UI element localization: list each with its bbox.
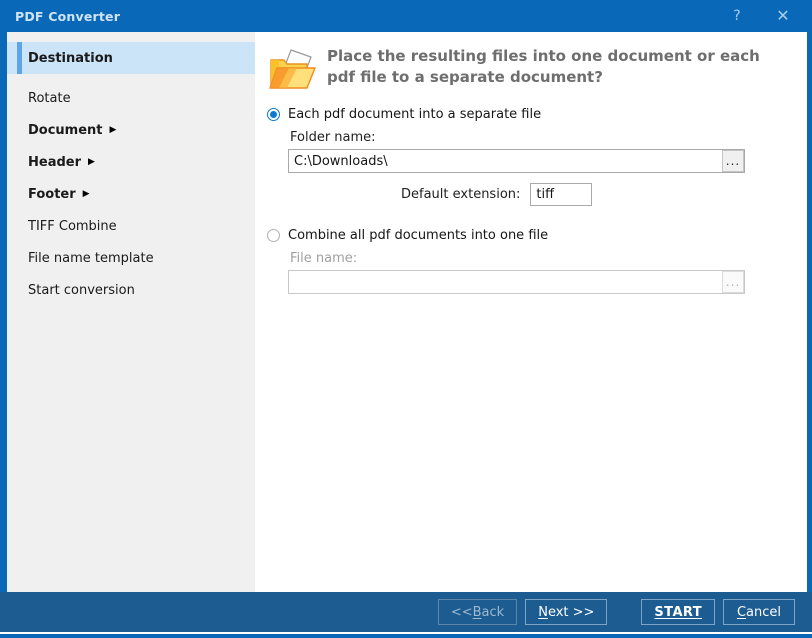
chevron-right-icon: ▶ [83,190,90,199]
file-name-label: File name: [255,251,807,266]
sidebar-item-label: Header [28,155,81,170]
sidebar-item-label: Rotate [28,91,71,106]
radio-label-separate: Each pdf document into a separate file [288,107,541,122]
sidebar-item-label: Start conversion [28,283,135,298]
title-bar: PDF Converter ? ✕ [0,0,812,32]
sidebar-item-start-conversion[interactable]: Start conversion [7,274,255,306]
sidebar-item-document[interactable]: Document ▶ [7,114,255,146]
default-extension-input[interactable]: tiff [530,183,592,206]
radio-label-combine: Combine all pdf documents into one file [288,228,548,243]
start-button-label: START [654,605,702,620]
sidebar-item-rotate[interactable]: Rotate [7,82,255,114]
sidebar-item-label: Document [28,123,103,138]
back-button-prefix: << [451,605,473,620]
folder-name-input[interactable]: C:\Downloads\ [289,154,722,169]
sidebar-item-label: Footer [28,187,76,202]
window-bottom-edge [0,632,812,638]
file-name-field[interactable]: ... [288,270,745,294]
sidebar-item-file-name-template[interactable]: File name template [7,242,255,274]
footer-button-bar: << Back Next >> START Cancel [0,592,812,632]
start-button[interactable]: START [641,599,715,625]
cancel-button-suffix: ancel [746,605,781,620]
close-icon[interactable]: ✕ [760,0,806,32]
sidebar-item-header[interactable]: Header ▶ [7,146,255,178]
radio-button-separate[interactable] [267,108,280,121]
radio-option-combine-file[interactable]: Combine all pdf documents into one file [255,228,807,243]
next-button[interactable]: Next >> [525,599,607,625]
back-button-suffix: ack [482,605,505,620]
window-title: PDF Converter [15,9,120,24]
radio-option-separate-file[interactable]: Each pdf document into a separate file [255,107,807,122]
chevron-right-icon: ▶ [110,126,117,135]
folder-name-label: Folder name: [255,130,807,145]
panel-header: Place the resulting files into one docum… [255,32,807,94]
application-window: PDF Converter ? ✕ Destination Rotate Doc… [0,0,812,638]
cancel-button[interactable]: Cancel [723,599,795,625]
sidebar-item-destination[interactable]: Destination [7,42,255,74]
sidebar-spacer [7,74,255,82]
main-panel: Place the resulting files into one docum… [255,32,807,592]
next-button-accel: N [538,605,548,620]
sidebar-navigation: Destination Rotate Document ▶ Header ▶ F… [7,32,255,592]
sidebar-item-tiff-combine[interactable]: TIFF Combine [7,210,255,242]
folder-browse-button[interactable]: ... [722,150,744,172]
sidebar-item-label: TIFF Combine [28,219,117,234]
folder-name-field[interactable]: C:\Downloads\ ... [288,149,745,173]
sidebar-item-label: File name template [28,251,154,266]
window-body: Destination Rotate Document ▶ Header ▶ F… [7,32,807,592]
back-button-accel: B [473,605,482,620]
sidebar-item-label: Destination [28,51,113,66]
sidebar-item-footer[interactable]: Footer ▶ [7,178,255,210]
cancel-button-accel: C [737,605,746,620]
page-title: Place the resulting files into one docum… [327,44,793,89]
window-bottom-line [0,634,812,638]
next-button-suffix: ext >> [548,605,594,620]
help-icon[interactable]: ? [714,0,760,32]
radio-button-combine[interactable] [267,229,280,242]
default-extension-row: Default extension: tiff [255,183,807,206]
folder-open-icon [267,46,319,94]
file-browse-button[interactable]: ... [722,271,744,293]
default-extension-label: Default extension: [401,187,520,202]
chevron-right-icon: ▶ [88,158,95,167]
back-button[interactable]: << Back [438,599,517,625]
